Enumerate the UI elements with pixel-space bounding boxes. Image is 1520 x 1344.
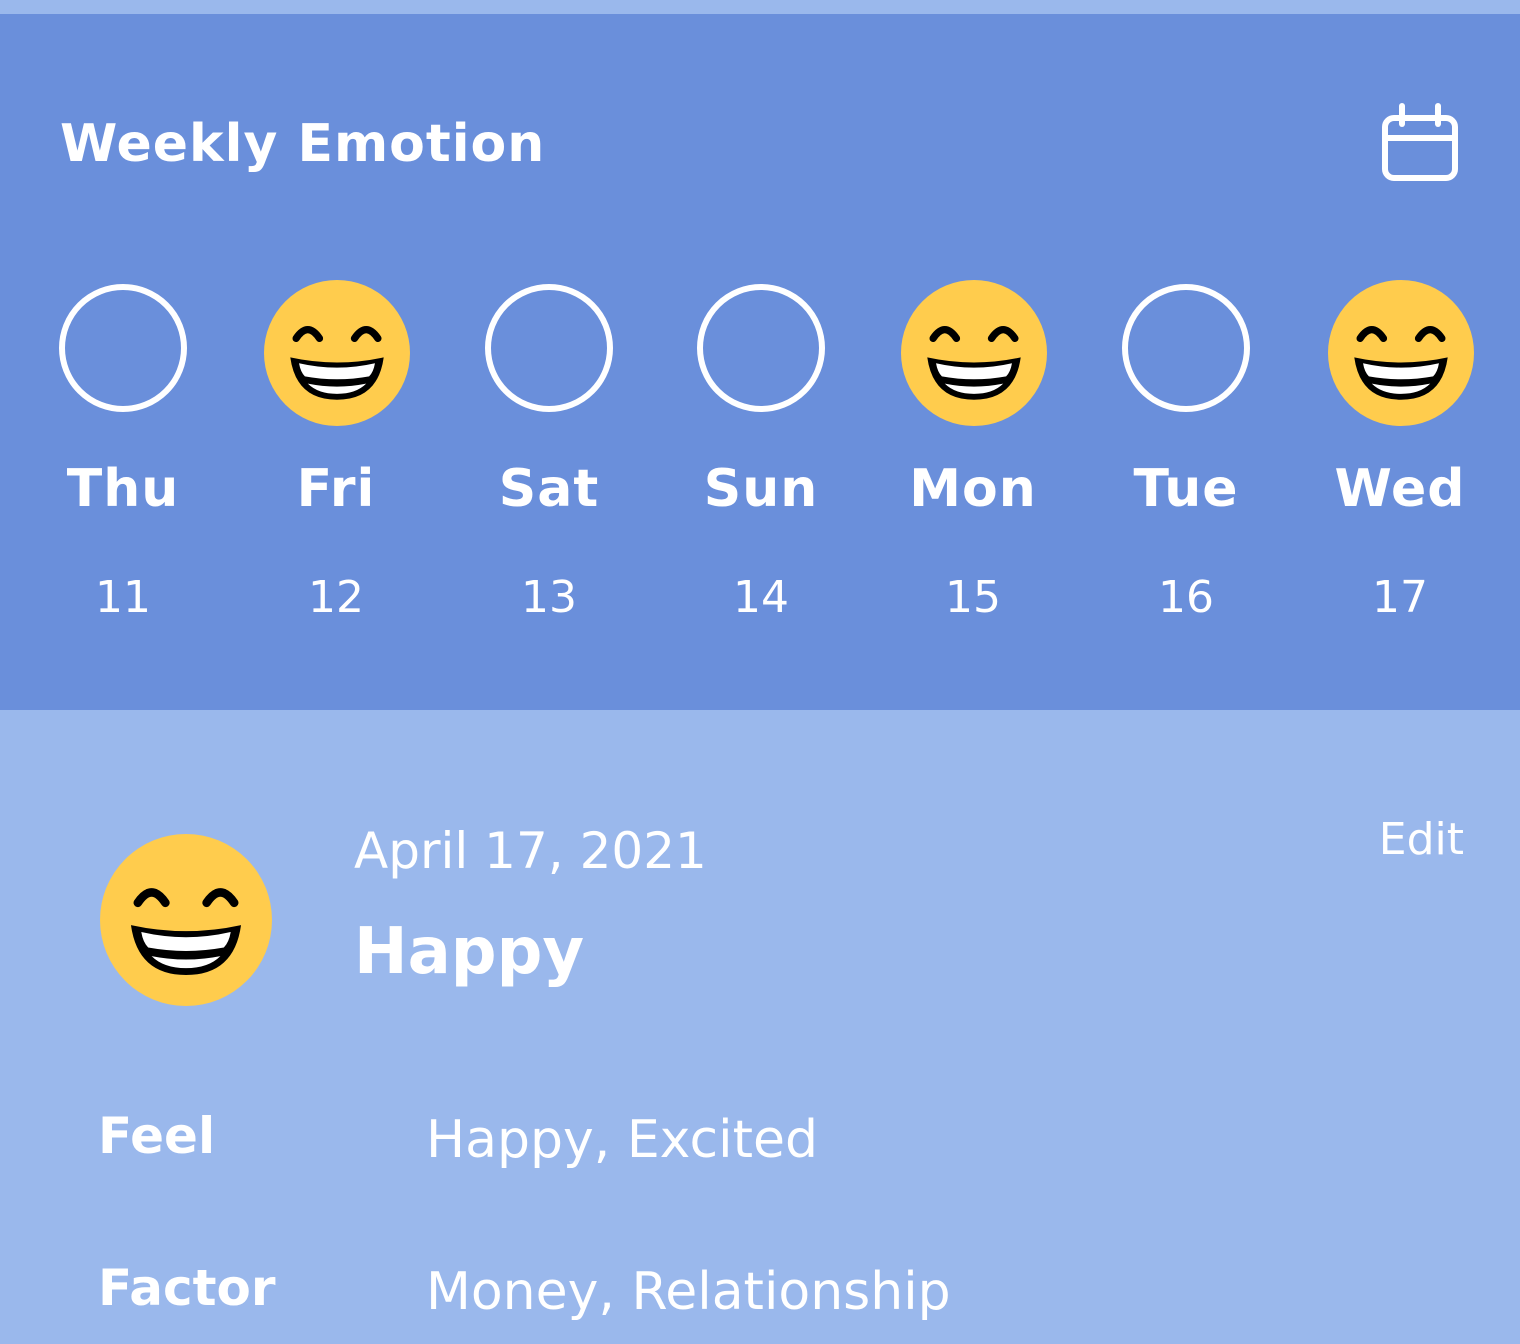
grinning-face-icon	[1328, 280, 1474, 426]
day-date: 14	[733, 572, 789, 623]
day-date: 16	[1158, 572, 1214, 623]
calendar-button[interactable]	[1378, 100, 1462, 188]
day-name: Mon	[909, 459, 1037, 519]
grinning-face-icon	[901, 280, 1047, 426]
day-date: 11	[95, 572, 151, 623]
day-name: Fri	[296, 459, 376, 519]
factor-value: Money, Relationship	[426, 1262, 951, 1322]
day-name: Wed	[1334, 459, 1466, 519]
day-date: 13	[521, 572, 577, 623]
empty-mood-circle	[697, 284, 825, 412]
day-date: 17	[1372, 572, 1428, 623]
top-strip	[0, 0, 1520, 14]
empty-mood-circle	[59, 284, 187, 412]
grinning-face-icon	[100, 834, 272, 1006]
day-name: Sat	[498, 459, 600, 519]
empty-mood-circle	[1122, 284, 1250, 412]
entry-date: April 17, 2021	[354, 822, 707, 880]
factor-label: Factor	[98, 1259, 276, 1317]
day-date: 12	[308, 572, 364, 623]
calendar-icon	[1382, 103, 1458, 181]
day-name: Sun	[703, 459, 819, 519]
empty-mood-circle	[485, 284, 613, 412]
day-name: Thu	[66, 459, 180, 519]
day-date: 15	[945, 572, 1001, 623]
feel-value: Happy, Excited	[426, 1110, 818, 1170]
entry-mood: Happy	[354, 915, 585, 989]
day-name: Tue	[1133, 459, 1239, 519]
feel-label: Feel	[98, 1107, 216, 1165]
page-title: Weekly Emotion	[60, 114, 546, 174]
grinning-face-icon	[264, 280, 410, 426]
edit-button[interactable]: Edit	[1360, 812, 1464, 868]
